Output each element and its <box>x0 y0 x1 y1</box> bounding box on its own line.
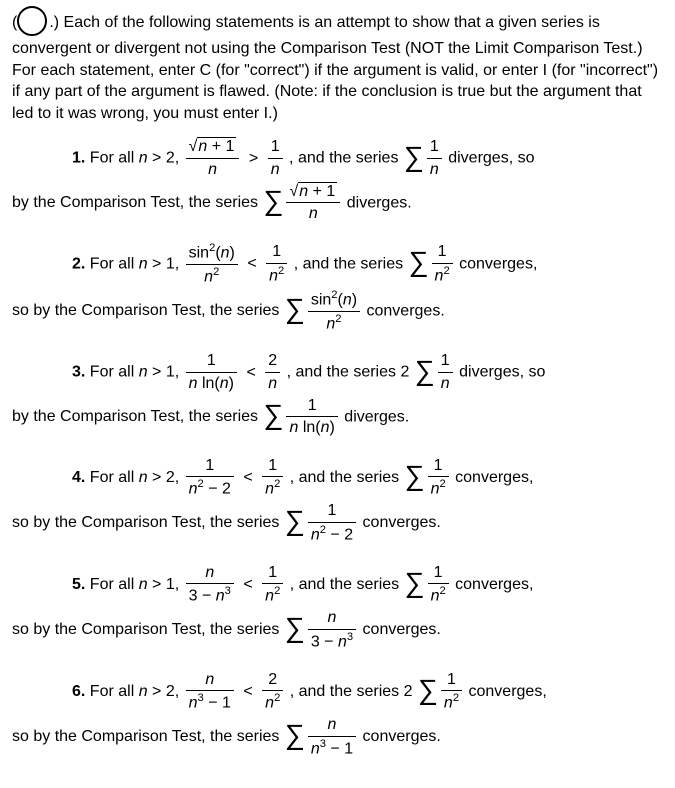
conclusion-prefix: by the Comparison Test, the series <box>12 194 258 211</box>
conclusion-prefix: so by the Comparison Test, the series <box>12 514 279 531</box>
intro-text: Each of the following statements is an a… <box>12 14 658 122</box>
sigma-icon: ∑ <box>264 396 284 434</box>
blank-circle-icon <box>17 6 47 36</box>
sigma-icon: ∑ <box>409 243 429 281</box>
sigma-icon: ∑ <box>285 502 305 540</box>
close-paren: .) <box>49 14 59 31</box>
statement-item: 3. For all n > 1, 1n ln(n) < 2n , and th… <box>72 350 663 438</box>
conclusion-prefix: by the Comparison Test, the series <box>12 408 258 425</box>
item-number: 1. <box>72 150 85 167</box>
conclusion-prefix: so by the Comparison Test, the series <box>12 728 279 745</box>
sigma-icon: ∑ <box>404 138 424 176</box>
conclusion-prefix: so by the Comparison Test, the series <box>12 302 279 319</box>
statement-item: 1. For all n > 2, n + 1n > 1n , and the … <box>72 136 663 224</box>
statement-item: 6. For all n > 2, nn3 − 1 < 2n2 , and th… <box>72 669 663 760</box>
item-number: 5. <box>72 576 85 593</box>
sigma-icon: ∑ <box>418 671 438 709</box>
statement-item: 5. For all n > 1, n3 − n3 < 1n2 , and th… <box>72 562 663 653</box>
sigma-icon: ∑ <box>405 564 425 602</box>
statement-item: 2. For all n > 1, sin2(n)n2 < 1n2 , and … <box>72 241 663 335</box>
intro-paragraph: (.) Each of the following statements is … <box>12 8 663 124</box>
item-number: 3. <box>72 364 85 381</box>
item-number: 2. <box>72 255 85 272</box>
sigma-icon: ∑ <box>285 290 305 328</box>
sigma-icon: ∑ <box>285 716 305 754</box>
conclusion-prefix: so by the Comparison Test, the series <box>12 621 279 638</box>
statement-item: 4. For all n > 2, 1n2 − 2 < 1n2 , and th… <box>72 455 663 546</box>
statements-list: 1. For all n > 2, n + 1n > 1n , and the … <box>12 136 663 760</box>
item-number: 6. <box>72 683 85 700</box>
sigma-icon: ∑ <box>285 609 305 647</box>
sigma-icon: ∑ <box>264 182 284 220</box>
sigma-icon: ∑ <box>415 352 435 390</box>
item-number: 4. <box>72 469 85 486</box>
sigma-icon: ∑ <box>405 457 425 495</box>
